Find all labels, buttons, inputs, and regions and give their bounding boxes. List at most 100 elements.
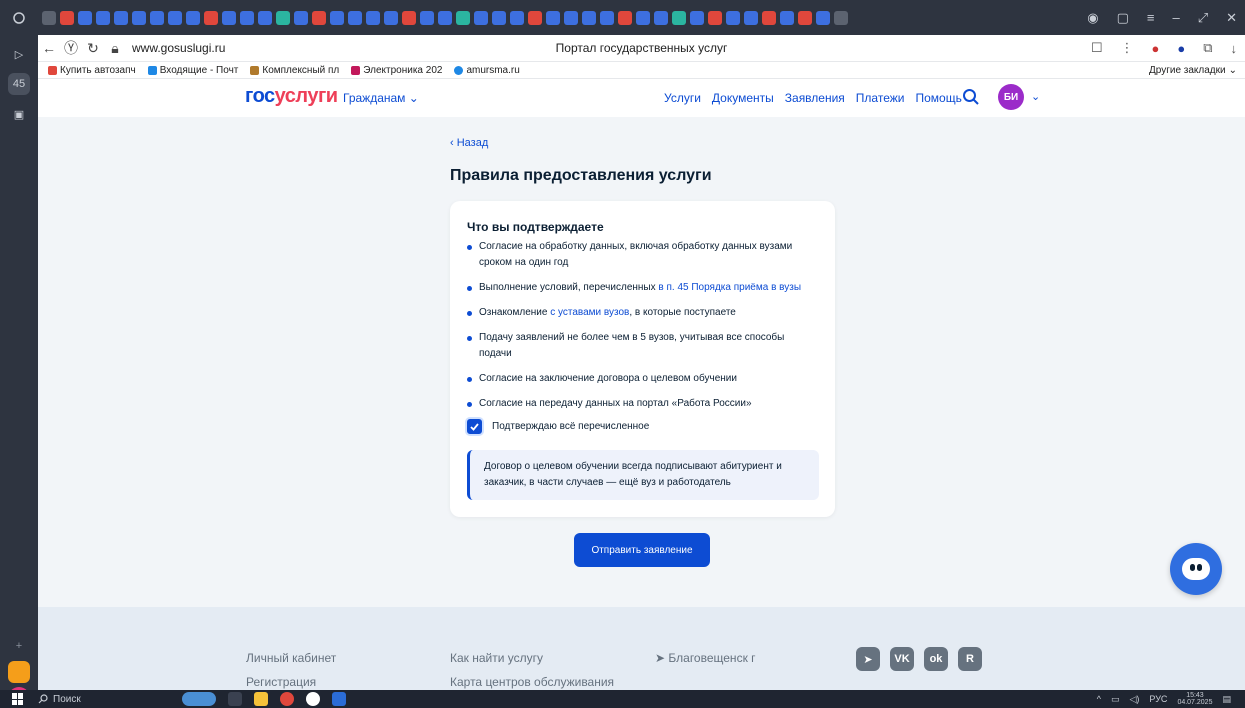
tab-icon[interactable] <box>780 10 794 25</box>
avatar[interactable]: БИ <box>998 84 1024 110</box>
tab-icon[interactable] <box>276 10 290 25</box>
footer-link-registration[interactable]: Регистрация <box>246 675 316 689</box>
tab-icon[interactable] <box>672 10 686 25</box>
admission-rules-link[interactable]: в п. 45 Порядка приёма в вузы <box>658 282 801 293</box>
yandex-browser-icon[interactable] <box>306 692 320 706</box>
nav-documents[interactable]: Документы <box>712 91 774 105</box>
new-tab-icon[interactable] <box>834 10 848 25</box>
back-arrow-icon[interactable]: ← <box>38 40 60 56</box>
taskbar-search[interactable]: Поиск <box>38 694 81 705</box>
other-bookmarks[interactable]: Другие закладки ⌄ <box>1149 65 1237 76</box>
tab-icon[interactable] <box>582 10 596 25</box>
assistant-robot-icon[interactable] <box>1170 543 1222 595</box>
tab-icon[interactable] <box>78 10 92 25</box>
nav-applications[interactable]: Заявления <box>785 91 845 105</box>
gosuslugi-logo[interactable]: госуслуги <box>245 85 338 108</box>
tab-icon[interactable] <box>492 10 506 25</box>
tab-icon[interactable] <box>204 10 218 25</box>
tab-icon[interactable] <box>294 10 308 25</box>
windows-start-icon[interactable] <box>12 693 24 705</box>
tab-icon[interactable] <box>312 10 326 25</box>
confirm-checkbox[interactable] <box>467 419 482 434</box>
sidebar-add-icon[interactable]: + <box>8 635 30 657</box>
ok-icon[interactable]: ok <box>924 647 948 671</box>
task-view-icon[interactable] <box>228 692 242 706</box>
bookmark-item[interactable]: Электроника 202 <box>351 65 442 76</box>
tab-icon[interactable] <box>366 10 380 25</box>
extensions-icon[interactable]: ⧉ <box>1203 40 1212 56</box>
tab-icon[interactable] <box>330 10 344 25</box>
footer-link-map[interactable]: Карта центров обслуживания <box>450 675 614 689</box>
extension-icon[interactable]: ● <box>1151 41 1159 56</box>
tab-icon[interactable] <box>150 10 164 25</box>
tab-icon[interactable] <box>60 10 74 25</box>
tab-icon[interactable] <box>744 10 758 25</box>
network-icon[interactable]: ▭ <box>1111 694 1120 705</box>
confirm-checkbox-row[interactable]: Подтверждаю всё перечисленное <box>467 419 649 434</box>
notifications-icon[interactable]: ▤ <box>1222 694 1231 705</box>
bookmark-item[interactable]: Входящие - Почт <box>147 65 238 76</box>
download-icon[interactable]: ↓ <box>1231 41 1238 56</box>
tab-icon[interactable] <box>600 10 614 25</box>
location-selector[interactable]: ➤ Благовещенск г <box>655 651 756 665</box>
extension-icon[interactable]: ● <box>1177 41 1185 56</box>
tab-icon[interactable] <box>654 10 668 25</box>
tab-icon[interactable] <box>546 10 560 25</box>
chevron-down-icon[interactable]: ⌄ <box>1031 90 1040 103</box>
nav-help[interactable]: Помощь <box>915 91 961 105</box>
pin-icon[interactable]: ⤢ <box>1198 10 1208 26</box>
menu-icon[interactable]: ≡ <box>1147 10 1155 25</box>
search-icon[interactable] <box>962 88 980 106</box>
footer-link-cabinet[interactable]: Личный кабинет <box>246 651 336 665</box>
tab-icon[interactable] <box>96 10 110 25</box>
url-field[interactable]: www.gosuslugi.ru <box>132 41 225 55</box>
tab-icon[interactable] <box>456 10 470 25</box>
nav-services[interactable]: Услуги <box>664 91 701 105</box>
tab-icon[interactable] <box>168 10 182 25</box>
language-indicator[interactable]: РУС <box>1149 694 1167 704</box>
bookmark-item[interactable]: Комплексный пл <box>250 65 339 76</box>
tab-icon[interactable] <box>690 10 704 25</box>
tab-icon[interactable] <box>528 10 542 25</box>
bookmark-icon[interactable]: ☐ <box>1091 40 1103 56</box>
sidebar-play-icon[interactable]: ▷ <box>8 43 30 65</box>
tab-icon[interactable] <box>564 10 578 25</box>
tab-icon[interactable] <box>402 10 416 25</box>
telegram-icon[interactable]: ➤ <box>856 647 880 671</box>
bookmark-item[interactable]: amursma.ru <box>454 65 520 76</box>
tab-icon[interactable] <box>510 10 524 25</box>
tab-icon[interactable] <box>816 10 830 25</box>
tab-icon[interactable] <box>726 10 740 25</box>
tab-icon[interactable] <box>636 10 650 25</box>
tab-icon[interactable] <box>186 10 200 25</box>
tabs-icon[interactable]: ▢ <box>1117 10 1129 26</box>
nav-payments[interactable]: Платежи <box>856 91 905 105</box>
tab-icon[interactable] <box>42 10 56 25</box>
profile-icon[interactable]: ◉ <box>1087 10 1098 26</box>
file-explorer-icon[interactable] <box>254 692 268 706</box>
tab-icon[interactable] <box>348 10 362 25</box>
sidebar-badge-icon[interactable]: 45 <box>8 73 30 95</box>
minimize-icon[interactable]: – <box>1172 10 1179 25</box>
vk-icon[interactable]: VK <box>890 647 914 671</box>
yandex-icon[interactable]: Ⓨ <box>60 38 82 58</box>
sidebar-panel-icon[interactable]: ▣ <box>8 103 30 125</box>
tab-icon[interactable] <box>618 10 632 25</box>
tab-icon[interactable] <box>240 10 254 25</box>
tab-icon[interactable] <box>384 10 398 25</box>
tab-icon[interactable] <box>132 10 146 25</box>
sidebar-app-icon[interactable] <box>8 661 30 683</box>
tab-icon[interactable] <box>114 10 128 25</box>
citizens-dropdown[interactable]: Гражданам ⌄ <box>343 91 419 105</box>
close-icon[interactable]: ✕ <box>1226 10 1237 26</box>
checkbox-label[interactable]: Подтверждаю всё перечисленное <box>492 421 649 432</box>
more-icon[interactable]: ⋮ <box>1120 40 1133 56</box>
word-icon[interactable] <box>332 692 346 706</box>
browser-menu-icon[interactable] <box>0 0 38 35</box>
university-charters-link[interactable]: с уставами вузов <box>550 307 629 318</box>
reload-icon[interactable]: ↻ <box>82 40 104 57</box>
tab-icon[interactable] <box>438 10 452 25</box>
tab-icon[interactable] <box>798 10 812 25</box>
footer-link-find-service[interactable]: Как найти услугу <box>450 651 543 665</box>
rutube-icon[interactable]: R <box>958 647 982 671</box>
